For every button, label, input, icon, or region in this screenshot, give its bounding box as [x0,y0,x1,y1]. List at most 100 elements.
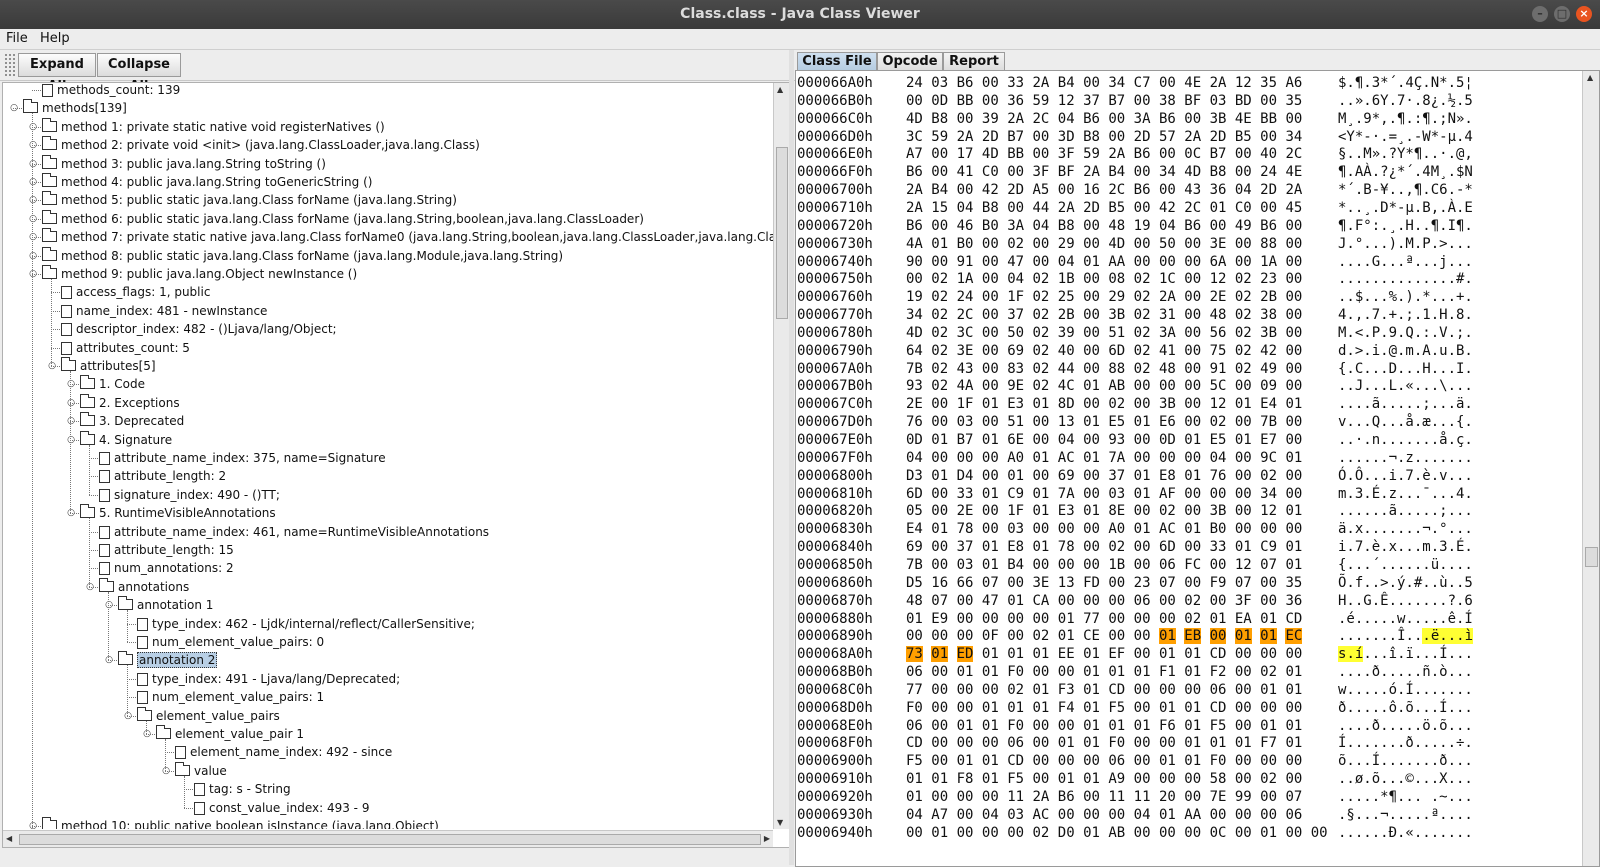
hex-byte: 00 [1234,681,1252,698]
scroll-left-icon[interactable]: ◀ [6,834,12,843]
tree-folder-node[interactable]: method 10: public native boolean isInsta… [42,817,439,829]
hex-byte: 8E [1108,503,1126,520]
tree-leaf-node[interactable]: attribute_name_index: 461, name=RuntimeV… [99,523,489,541]
tree-leaf-node[interactable]: attribute_length: 2 [99,467,226,485]
hex-byte: 03 [1209,92,1227,109]
close-button[interactable]: × [1576,6,1592,22]
tree-folder-node[interactable]: method 3: public java.lang.String toStri… [42,154,326,173]
split-pane-divider[interactable] [789,50,794,865]
tree-node-label: element_name_index: 492 - since [190,745,393,760]
hex-byte: 00 [1032,753,1050,770]
hex-byte: 00 [981,789,999,805]
hex-byte: A5 [1032,182,1050,199]
hex-byte: CD [1209,699,1227,716]
hex-byte: 01 [1083,771,1100,788]
hex-offset: 00006750h [797,271,873,288]
hex-byte: 01 [1133,467,1151,484]
expand-all-button[interactable]: Expand All [18,53,96,94]
hex-byte: 01 [981,396,999,413]
tree-leaf-node[interactable]: element_name_index: 492 - since [175,743,392,761]
hex-byte: 00 [931,681,949,698]
tree-folder-node[interactable]: value [175,761,227,780]
tree-folder-node[interactable]: 1. Code [80,375,145,393]
tree-folder-node[interactable]: attributes[5] [61,357,156,375]
hex-byte: 2C [1285,146,1303,163]
tree-leaf-node[interactable]: attribute_name_index: 375, name=Signatur… [99,449,386,467]
tree-leaf-node[interactable]: attribute_length: 15 [99,541,234,559]
hex-viewer: 000066A0h 24 03 B6 00 33 2A B4 00 34 C7 0… [795,70,1600,867]
tree-folder-node[interactable]: method 2: private void <init> (java.lang… [42,136,480,154]
hex-byte: 00 [1133,628,1151,645]
tree-leaf-node[interactable]: type_index: 462 - Ljdk/internal/reflect/… [137,615,475,633]
collapse-all-button[interactable]: Collapse All [97,53,181,94]
hex-byte: 00 [1285,521,1303,538]
file-icon [99,525,110,539]
tree-vertical-scrollbar[interactable]: ▲ ▼ [773,83,789,829]
tree-folder-node[interactable]: method 5: public static java.lang.Class … [42,191,457,209]
tab-class-file[interactable]: Class File [797,52,877,71]
tree-folder-node[interactable]: annotation 1 [118,596,213,614]
tree-folder-node[interactable]: annotation 2 [118,651,218,669]
hex-vertical-scrollbar[interactable]: ▲ [1582,71,1599,866]
tree-folder-node[interactable]: 2. Exceptions [80,393,180,412]
tree-node-label: value [194,763,227,778]
hex-byte: 1A [956,271,974,288]
hex-scroll-thumb[interactable] [1585,547,1598,567]
tree-folder-node[interactable]: element_value_pairs [137,706,280,725]
tree-leaf-node[interactable]: methods_count: 139 [42,83,180,99]
tree-folder-node[interactable]: method 4: public java.lang.String toGene… [42,173,372,191]
tree-folder-node[interactable]: method 6: public static java.lang.Class … [42,209,644,228]
minimize-button[interactable]: – [1532,6,1548,22]
hex-byte: B8 [1083,128,1100,145]
tree-leaf-node[interactable]: type_index: 491 - Ljava/lang/Deprecated; [137,670,400,688]
scroll-right-icon[interactable]: ▶ [764,834,770,843]
tree-leaf-node[interactable]: tag: s - String [194,780,291,798]
tree-folder-node[interactable]: annotations [99,577,189,596]
tree-folder-node[interactable]: method 1: private static native void reg… [42,117,385,136]
scroll-up-icon[interactable]: ▲ [777,85,783,94]
tree-leaf-node[interactable]: num_element_value_pairs: 1 [137,688,324,706]
menu-help[interactable]: Help [40,31,70,46]
tree-horizontal-scrollbar[interactable]: ◀ ▶ [3,830,773,847]
hex-scroll-up-icon[interactable]: ▲ [1587,73,1593,82]
tree-connector [32,126,41,128]
tree-folder-node[interactable]: method 9: public java.lang.Object newIns… [42,265,357,283]
tab-report[interactable]: Report [943,52,1005,71]
toolbar-grip[interactable] [4,53,16,77]
hex-byte: 01 [1184,646,1202,663]
tree-folder-node[interactable]: element_value_pair 1 [156,725,304,743]
tree-leaf-node[interactable]: num_annotations: 2 [99,559,234,577]
hex-byte: 00 [1032,128,1050,145]
tree-leaf-node[interactable]: num_element_value_pairs: 0 [137,633,324,651]
tree-folder-node[interactable]: 4. Signature [80,430,172,449]
tree-folder-node[interactable]: method 8: public static java.lang.Class … [42,246,563,265]
file-icon [137,691,148,705]
tree-connector [32,274,41,275]
tree-folder-node[interactable]: method 7: private static native java.lan… [42,228,773,246]
tree-leaf-node[interactable]: signature_index: 490 - ()TT; [99,486,280,504]
hex-byte: 00 [956,110,974,127]
tree-leaf-node[interactable]: descriptor_index: 482 - ()Ljava/lang/Obj… [61,320,337,338]
hex-byte: 48 [906,592,923,609]
expand-node-icon[interactable]: ○ [28,821,38,829]
tree-hscroll-thumb[interactable] [19,834,761,845]
hex-byte: 57 [1158,128,1176,145]
tree-folder-node[interactable]: methods[139] [23,99,127,117]
tree-leaf-node[interactable]: attributes_count: 5 [61,339,190,357]
tree-leaf-node[interactable]: const_value_index: 493 - 9 [194,799,369,817]
folder-icon [80,393,95,408]
maximize-button[interactable]: □ [1554,6,1570,22]
hex-byte: 00 [956,806,974,823]
tree-scroll-thumb[interactable] [776,147,788,319]
tree-leaf-node[interactable]: name_index: 481 - newInstance [61,302,267,320]
menu-file[interactable]: File [6,31,28,46]
hex-byte: 02 [1184,610,1202,627]
hex-byte: 00 [1083,592,1100,609]
hex-byte: 23 [1260,271,1278,288]
tree-folder-node[interactable]: 3. Deprecated [80,412,184,430]
tree-folder-node[interactable]: 5. RuntimeVisibleAnnotations [80,504,276,522]
scroll-down-icon[interactable]: ▼ [777,818,783,827]
tree-leaf-node[interactable]: access_flags: 1, public [61,283,210,301]
hex-byte: 02 [1133,307,1151,324]
tab-opcode[interactable]: Opcode [877,52,943,71]
